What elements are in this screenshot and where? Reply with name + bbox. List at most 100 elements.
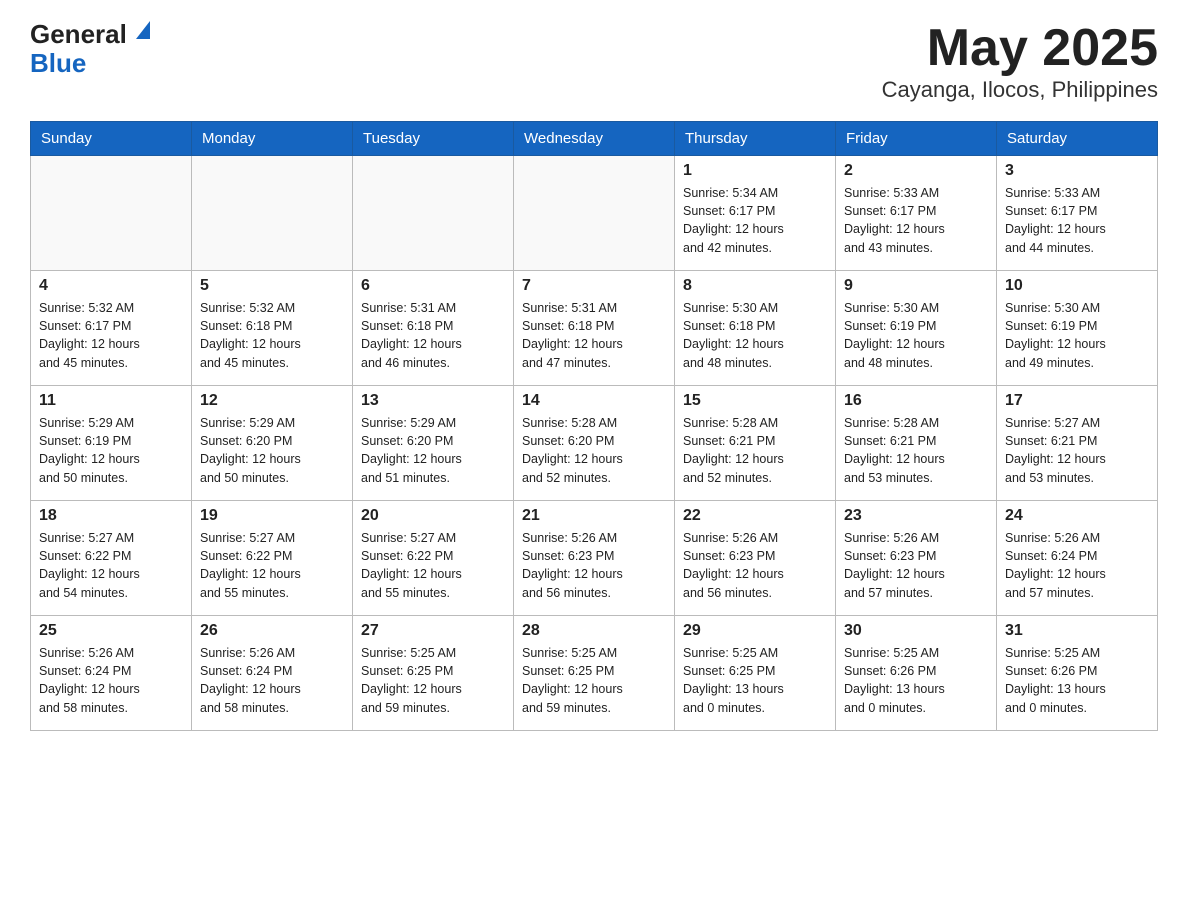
calendar-week-row: 18 Sunrise: 5:27 AMSunset: 6:22 PMDayligh… bbox=[31, 501, 1158, 616]
day-info: Sunrise: 5:25 AMSunset: 6:25 PMDaylight:… bbox=[361, 644, 505, 717]
calendar-header-row: SundayMondayTuesdayWednesdayThursdayFrid… bbox=[31, 122, 1158, 156]
calendar-cell: 28 Sunrise: 5:25 AMSunset: 6:25 PMDayligh… bbox=[514, 616, 675, 731]
day-number: 28 bbox=[522, 622, 666, 640]
day-info: Sunrise: 5:30 AMSunset: 6:19 PMDaylight:… bbox=[1005, 299, 1149, 372]
day-number: 8 bbox=[683, 277, 827, 295]
day-number: 20 bbox=[361, 507, 505, 525]
day-number: 2 bbox=[844, 162, 988, 180]
calendar-week-row: 11 Sunrise: 5:29 AMSunset: 6:19 PMDayligh… bbox=[31, 386, 1158, 501]
day-info: Sunrise: 5:33 AMSunset: 6:17 PMDaylight:… bbox=[1005, 184, 1149, 257]
day-info: Sunrise: 5:26 AMSunset: 6:23 PMDaylight:… bbox=[522, 529, 666, 602]
day-info: Sunrise: 5:27 AMSunset: 6:22 PMDaylight:… bbox=[200, 529, 344, 602]
day-number: 14 bbox=[522, 392, 666, 410]
day-header-wednesday: Wednesday bbox=[514, 122, 675, 156]
day-number: 15 bbox=[683, 392, 827, 410]
calendar-cell: 8 Sunrise: 5:30 AMSunset: 6:18 PMDaylight… bbox=[675, 271, 836, 386]
day-number: 22 bbox=[683, 507, 827, 525]
day-number: 5 bbox=[200, 277, 344, 295]
day-info: Sunrise: 5:30 AMSunset: 6:18 PMDaylight:… bbox=[683, 299, 827, 372]
day-number: 25 bbox=[39, 622, 183, 640]
calendar-cell: 4 Sunrise: 5:32 AMSunset: 6:17 PMDaylight… bbox=[31, 271, 192, 386]
calendar-cell: 2Sunrise: 5:33 AMSunset: 6:17 PMDaylight… bbox=[836, 156, 997, 271]
day-info: Sunrise: 5:31 AMSunset: 6:18 PMDaylight:… bbox=[361, 299, 505, 372]
day-info: Sunrise: 5:32 AMSunset: 6:17 PMDaylight:… bbox=[39, 299, 183, 372]
day-number: 21 bbox=[522, 507, 666, 525]
calendar-cell: 18 Sunrise: 5:27 AMSunset: 6:22 PMDayligh… bbox=[31, 501, 192, 616]
calendar-week-row: 25 Sunrise: 5:26 AMSunset: 6:24 PMDayligh… bbox=[31, 616, 1158, 731]
day-info: Sunrise: 5:26 AMSunset: 6:24 PMDaylight:… bbox=[200, 644, 344, 717]
calendar-cell bbox=[192, 156, 353, 271]
calendar-cell: 30Sunrise: 5:25 AMSunset: 6:26 PMDayligh… bbox=[836, 616, 997, 731]
logo-triangle-icon bbox=[136, 21, 150, 39]
calendar-cell: 21 Sunrise: 5:26 AMSunset: 6:23 PMDayligh… bbox=[514, 501, 675, 616]
day-number: 27 bbox=[361, 622, 505, 640]
day-number: 10 bbox=[1005, 277, 1149, 295]
day-info: Sunrise: 5:31 AMSunset: 6:18 PMDaylight:… bbox=[522, 299, 666, 372]
day-info: Sunrise: 5:26 AMSunset: 6:24 PMDaylight:… bbox=[1005, 529, 1149, 602]
calendar-cell: 24 Sunrise: 5:26 AMSunset: 6:24 PMDayligh… bbox=[997, 501, 1158, 616]
calendar-cell: 12Sunrise: 5:29 AMSunset: 6:20 PMDayligh… bbox=[192, 386, 353, 501]
calendar-cell: 9 Sunrise: 5:30 AMSunset: 6:19 PMDaylight… bbox=[836, 271, 997, 386]
day-number: 19 bbox=[200, 507, 344, 525]
calendar-cell bbox=[31, 156, 192, 271]
day-number: 11 bbox=[39, 392, 183, 410]
day-info: Sunrise: 5:28 AMSunset: 6:21 PMDaylight:… bbox=[844, 414, 988, 487]
day-number: 16 bbox=[844, 392, 988, 410]
day-number: 23 bbox=[844, 507, 988, 525]
day-info: Sunrise: 5:25 AMSunset: 6:25 PMDaylight:… bbox=[522, 644, 666, 717]
day-info: Sunrise: 5:26 AMSunset: 6:23 PMDaylight:… bbox=[683, 529, 827, 602]
day-header-tuesday: Tuesday bbox=[353, 122, 514, 156]
day-number: 12 bbox=[200, 392, 344, 410]
logo-blue-text: Blue bbox=[30, 48, 86, 78]
calendar-cell: 1 Sunrise: 5:34 AMSunset: 6:17 PMDaylight… bbox=[675, 156, 836, 271]
day-number: 1 bbox=[683, 162, 827, 180]
day-number: 6 bbox=[361, 277, 505, 295]
day-info: Sunrise: 5:27 AMSunset: 6:21 PMDaylight:… bbox=[1005, 414, 1149, 487]
calendar-week-row: 1 Sunrise: 5:34 AMSunset: 6:17 PMDaylight… bbox=[31, 156, 1158, 271]
calendar-cell: 3Sunrise: 5:33 AMSunset: 6:17 PMDaylight… bbox=[997, 156, 1158, 271]
day-number: 17 bbox=[1005, 392, 1149, 410]
day-info: Sunrise: 5:30 AMSunset: 6:19 PMDaylight:… bbox=[844, 299, 988, 372]
calendar-cell bbox=[514, 156, 675, 271]
day-number: 13 bbox=[361, 392, 505, 410]
day-info: Sunrise: 5:29 AMSunset: 6:19 PMDaylight:… bbox=[39, 414, 183, 487]
day-info: Sunrise: 5:27 AMSunset: 6:22 PMDaylight:… bbox=[39, 529, 183, 602]
day-header-friday: Friday bbox=[836, 122, 997, 156]
calendar-cell: 13Sunrise: 5:29 AMSunset: 6:20 PMDayligh… bbox=[353, 386, 514, 501]
calendar-cell: 6 Sunrise: 5:31 AMSunset: 6:18 PMDaylight… bbox=[353, 271, 514, 386]
day-info: Sunrise: 5:34 AMSunset: 6:17 PMDaylight:… bbox=[683, 184, 827, 257]
day-header-saturday: Saturday bbox=[997, 122, 1158, 156]
calendar-cell: 27 Sunrise: 5:25 AMSunset: 6:25 PMDayligh… bbox=[353, 616, 514, 731]
calendar-cell: 22 Sunrise: 5:26 AMSunset: 6:23 PMDayligh… bbox=[675, 501, 836, 616]
day-number: 24 bbox=[1005, 507, 1149, 525]
day-info: Sunrise: 5:25 AMSunset: 6:26 PMDaylight:… bbox=[1005, 644, 1149, 717]
calendar-cell: 29Sunrise: 5:25 AMSunset: 6:25 PMDayligh… bbox=[675, 616, 836, 731]
calendar-cell: 19 Sunrise: 5:27 AMSunset: 6:22 PMDayligh… bbox=[192, 501, 353, 616]
calendar-cell: 25 Sunrise: 5:26 AMSunset: 6:24 PMDayligh… bbox=[31, 616, 192, 731]
day-number: 18 bbox=[39, 507, 183, 525]
calendar-cell: 15Sunrise: 5:28 AMSunset: 6:21 PMDayligh… bbox=[675, 386, 836, 501]
calendar-cell: 14 Sunrise: 5:28 AMSunset: 6:20 PMDayligh… bbox=[514, 386, 675, 501]
day-number: 29 bbox=[683, 622, 827, 640]
title-block: May 2025 Cayanga, Ilocos, Philippines bbox=[882, 20, 1158, 103]
day-info: Sunrise: 5:26 AMSunset: 6:23 PMDaylight:… bbox=[844, 529, 988, 602]
logo: General Blue bbox=[30, 20, 150, 77]
day-number: 31 bbox=[1005, 622, 1149, 640]
calendar-week-row: 4 Sunrise: 5:32 AMSunset: 6:17 PMDaylight… bbox=[31, 271, 1158, 386]
calendar-cell: 5Sunrise: 5:32 AMSunset: 6:18 PMDaylight… bbox=[192, 271, 353, 386]
calendar-cell: 23 Sunrise: 5:26 AMSunset: 6:23 PMDayligh… bbox=[836, 501, 997, 616]
page-header: General Blue May 2025 Cayanga, Ilocos, P… bbox=[30, 20, 1158, 103]
calendar-cell: 11 Sunrise: 5:29 AMSunset: 6:19 PMDayligh… bbox=[31, 386, 192, 501]
calendar-cell: 7Sunrise: 5:31 AMSunset: 6:18 PMDaylight… bbox=[514, 271, 675, 386]
day-number: 9 bbox=[844, 277, 988, 295]
day-number: 30 bbox=[844, 622, 988, 640]
day-info: Sunrise: 5:27 AMSunset: 6:22 PMDaylight:… bbox=[361, 529, 505, 602]
calendar-cell: 20 Sunrise: 5:27 AMSunset: 6:22 PMDayligh… bbox=[353, 501, 514, 616]
day-info: Sunrise: 5:28 AMSunset: 6:20 PMDaylight:… bbox=[522, 414, 666, 487]
day-header-thursday: Thursday bbox=[675, 122, 836, 156]
calendar-cell: 16 Sunrise: 5:28 AMSunset: 6:21 PMDayligh… bbox=[836, 386, 997, 501]
calendar-table: SundayMondayTuesdayWednesdayThursdayFrid… bbox=[30, 121, 1158, 731]
day-number: 4 bbox=[39, 277, 183, 295]
day-info: Sunrise: 5:26 AMSunset: 6:24 PMDaylight:… bbox=[39, 644, 183, 717]
calendar-cell: 26Sunrise: 5:26 AMSunset: 6:24 PMDayligh… bbox=[192, 616, 353, 731]
